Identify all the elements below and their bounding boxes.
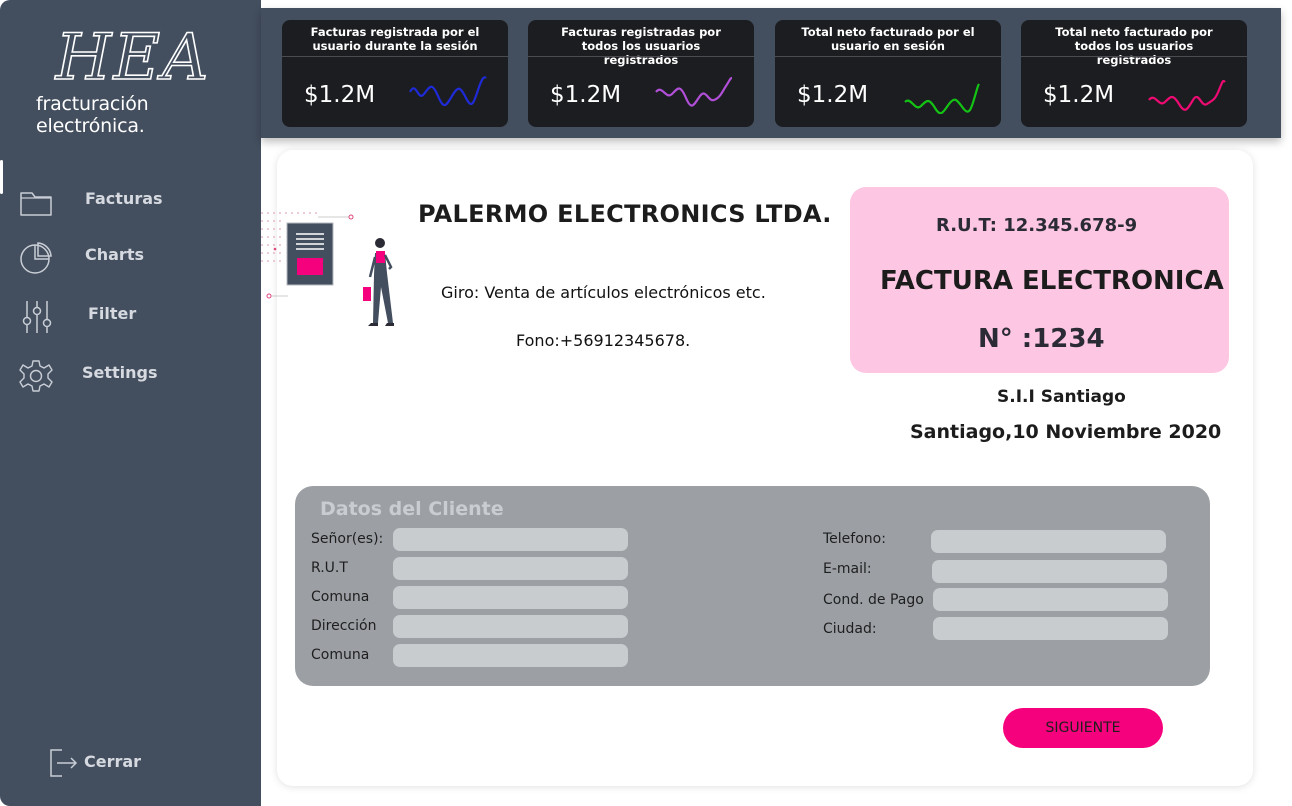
- section-title: Datos del Cliente: [320, 498, 504, 520]
- invoice-header-box: R.U.T: 12.345.678-9 FACTURA ELECTRONICA …: [850, 187, 1229, 373]
- invoice-illustration-icon: [261, 212, 394, 326]
- invoice-sii-office: S.I.I Santiago: [997, 387, 1126, 407]
- client-rut-input[interactable]: [393, 557, 628, 580]
- logout-button[interactable]: Cerrar: [48, 745, 158, 781]
- field-label: Cond. de Pago: [823, 592, 924, 608]
- sliders-icon: [22, 301, 52, 333]
- field-label: Comuna: [311, 647, 370, 663]
- divider: [282, 56, 508, 57]
- field-label: R.U.T: [311, 560, 348, 576]
- logo-subtitle: fracturación electrónica.: [36, 93, 149, 137]
- field-label: Dirección: [311, 618, 377, 634]
- invoice-doc-type: FACTURA ELECTRONICA: [880, 266, 1224, 296]
- logout-label: Cerrar: [84, 752, 142, 771]
- field-label: Señor(es):: [311, 531, 384, 547]
- stat-value: $1.2M: [797, 82, 869, 108]
- client-email-input[interactable]: [932, 560, 1167, 583]
- sparkline-icon: [409, 76, 487, 107]
- client-comuna-input[interactable]: [393, 586, 628, 609]
- sidebar-item-facturas[interactable]: Facturas: [0, 178, 261, 222]
- next-button[interactable]: SIGUIENTE: [1003, 708, 1163, 748]
- stat-title: Facturas registradas por todos los usuar…: [561, 25, 721, 67]
- client-phone-input[interactable]: [931, 530, 1166, 553]
- stat-card-all-total: Total neto facturado por todos los usuar…: [1021, 20, 1247, 127]
- logo: HEA: [54, 22, 211, 92]
- divider: [775, 56, 1001, 57]
- stat-title: Total neto facturado por el usuario en s…: [801, 25, 975, 53]
- client-data-section: Datos del Cliente Señor(es): R.U.T Comun…: [295, 486, 1210, 686]
- stat-value: $1.2M: [1043, 82, 1115, 108]
- client-payment-input[interactable]: [933, 588, 1168, 611]
- invoice-number: N° :1234: [978, 324, 1105, 354]
- sidebar-item-label: Filter: [88, 304, 137, 323]
- invoice-rut: R.U.T: 12.345.678-9: [936, 215, 1138, 236]
- company-giro: Giro: Venta de artículos electrónicos et…: [441, 283, 766, 302]
- field-label: E-mail:: [823, 561, 872, 577]
- stat-title: Facturas registrada por el usuario duran…: [310, 25, 480, 53]
- stat-title: Total neto facturado por todos los usuar…: [1055, 25, 1213, 67]
- divider: [1021, 56, 1247, 57]
- stat-card-user-invoices: Facturas registrada por el usuario duran…: [282, 20, 508, 127]
- folder-icon: [20, 192, 52, 216]
- sparkline-icon: [904, 83, 980, 114]
- client-comuna-2-input[interactable]: [393, 644, 628, 667]
- stat-card-all-invoices: Facturas registradas por todos los usuar…: [528, 20, 754, 127]
- sidebar-item-filter[interactable]: Filter: [0, 293, 261, 337]
- sidebar-item-label: Charts: [85, 245, 144, 264]
- client-address-input[interactable]: [393, 615, 628, 638]
- sidebar-item-label: Facturas: [85, 189, 163, 208]
- client-city-input[interactable]: [933, 617, 1168, 640]
- sparkline-icon: [1148, 79, 1226, 111]
- gear-icon: [19, 360, 53, 392]
- sparkline-icon: [655, 76, 733, 107]
- invoice-date: Santiago,10 Noviembre 2020: [910, 421, 1222, 443]
- stat-value: $1.2M: [550, 82, 622, 108]
- sidebar-item-settings[interactable]: Settings: [0, 352, 261, 396]
- sidebar: HEA fracturación electrónica. Facturas C…: [0, 0, 261, 806]
- logo-script-text: HEA: [55, 22, 211, 92]
- field-label: Comuna: [311, 589, 370, 605]
- company-phone: Fono:+56912345678.: [516, 331, 691, 350]
- sidebar-item-charts[interactable]: Charts: [0, 234, 261, 278]
- logout-icon: [50, 749, 78, 777]
- stats-bar: Facturas registrada por el usuario duran…: [261, 8, 1281, 138]
- divider: [528, 56, 754, 57]
- field-label: Telefono:: [823, 531, 886, 547]
- pie-chart-icon: [20, 242, 52, 274]
- company-name: PALERMO ELECTRONICS LTDA.: [418, 200, 832, 228]
- field-label: Ciudad:: [823, 621, 877, 637]
- sidebar-item-label: Settings: [82, 363, 158, 382]
- stat-value: $1.2M: [304, 82, 376, 108]
- stat-card-user-total: Total neto facturado por el usuario en s…: [775, 20, 1001, 127]
- client-name-input[interactable]: [393, 528, 628, 551]
